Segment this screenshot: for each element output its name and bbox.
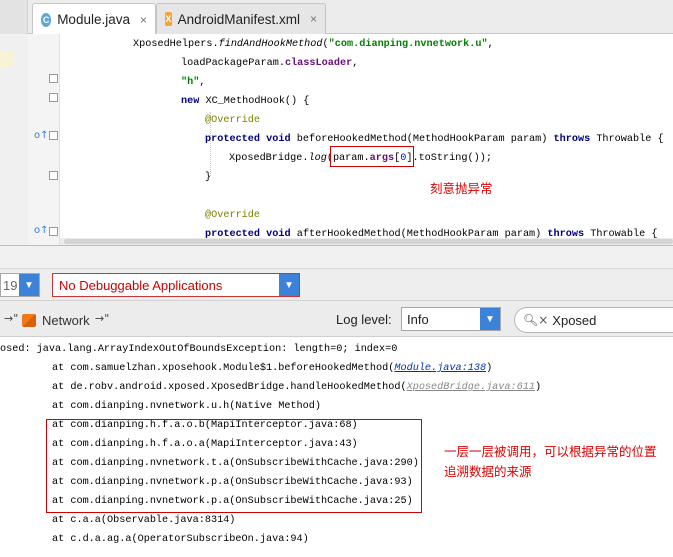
chevron-down-icon[interactable]: ▼ <box>480 308 500 330</box>
search-icon: 🔍︎× <box>523 313 549 327</box>
annotation-call-trace: 一层一层被调用，可以根据异常的位置追溯数据的来源 <box>444 444 657 479</box>
log-output[interactable]: osed: java.lang.ArrayIndexOutOfBoundsExc… <box>0 337 673 557</box>
code-line: XposedHelpers.findAndHookMethod("com.dia… <box>133 39 494 50</box>
tab-android-manifest[interactable]: X AndroidManifest.xml × <box>156 3 326 34</box>
tab-network[interactable]: Network <box>22 308 90 332</box>
close-icon[interactable]: × <box>140 13 147 27</box>
fold-toggle[interactable] <box>49 74 58 83</box>
code-line: } <box>205 172 212 183</box>
fold-toggle[interactable] <box>49 93 58 102</box>
code-line: @Override <box>205 210 261 221</box>
tab-network-label: Network <box>42 312 90 328</box>
override-method-icon[interactable]: o↑ <box>34 130 49 141</box>
device-toolbar: 19 ▼ No Debuggable Applications ▼ <box>0 269 673 301</box>
code-line: @Override <box>205 115 261 126</box>
log-line: at com.samuelzhan.xposehook.Module$1.bef… <box>52 363 493 374</box>
editor-horizontal-scrollbar[interactable] <box>60 238 673 245</box>
source-link[interactable]: XposedBridge.java:611 <box>407 382 535 393</box>
tab-module-java[interactable]: C Module.java × <box>32 3 156 35</box>
logcat-filter-bar: →" Network →" Log level: Info ▼ 🔍︎× Xpos… <box>0 301 673 337</box>
log-line: at c.a.a(Observable.java:8314) <box>52 515 236 526</box>
gutter-highlight <box>0 52 14 68</box>
editor-gutter <box>0 34 28 245</box>
log-line: at com.dianping.nvnetwork.u.h(Native Met… <box>52 401 321 412</box>
java-class-icon: C <box>41 12 52 27</box>
editor-tab-bar: C Module.java × X AndroidManifest.xml × <box>0 0 673 35</box>
app-select[interactable]: No Debuggable Applications ▼ <box>52 273 300 297</box>
log-level-select[interactable]: Info ▼ <box>401 307 501 331</box>
xml-file-icon: X <box>165 12 172 26</box>
code-line: new XC_MethodHook() { <box>181 96 310 107</box>
more-tabs-left-icon[interactable]: →" <box>4 312 18 325</box>
fold-toggle[interactable] <box>49 131 58 140</box>
source-link[interactable]: Module.java:138 <box>394 363 486 374</box>
log-line: at c.d.a.ag.a(OperatorSubscribeOn.java:9… <box>52 534 309 545</box>
log-level-value: Info <box>407 311 429 327</box>
code-line: protected void beforeHookedMethod(Method… <box>205 134 664 145</box>
annotation-throw-exception: 刻意抛异常 <box>430 181 493 196</box>
tab-label: Module.java <box>57 12 130 27</box>
tab-label: AndroidManifest.xml <box>177 11 300 27</box>
chevron-down-icon[interactable]: ▼ <box>19 274 39 296</box>
app-value: No Debuggable Applications <box>59 277 223 293</box>
search-value[interactable]: Xposed <box>552 313 596 328</box>
highlight-box-call-stack <box>46 419 422 513</box>
code-editor[interactable]: o↑ o↑ XposedHelpers.findAndHookMethod("c… <box>0 34 673 245</box>
panel-splitter[interactable] <box>0 245 673 269</box>
code-line: loadPackageParam.classLoader, <box>181 58 359 69</box>
scrollbar-thumb[interactable] <box>64 239 673 244</box>
device-value: 19 <box>3 277 18 293</box>
logcat-panel: 19 ▼ No Debuggable Applications ▼ →" Net… <box>0 245 673 557</box>
log-line: osed: java.lang.ArrayIndexOutOfBoundsExc… <box>0 344 398 355</box>
close-icon[interactable]: × <box>310 12 317 26</box>
log-search-input[interactable]: 🔍︎× Xposed <box>514 307 673 333</box>
fold-toggle[interactable] <box>49 227 58 236</box>
log-line: at de.robv.android.xposed.XposedBridge.h… <box>52 382 542 393</box>
device-select[interactable]: 19 ▼ <box>0 273 40 297</box>
fold-toggle[interactable] <box>49 171 58 180</box>
override-method-icon[interactable]: o↑ <box>34 225 49 236</box>
code-line: "h", <box>181 77 206 88</box>
chevron-down-icon[interactable]: ▼ <box>279 274 299 296</box>
network-icon <box>22 313 36 327</box>
project-side-strip <box>0 0 28 34</box>
highlight-box-args <box>330 146 414 167</box>
log-level-label: Log level: <box>336 312 392 327</box>
more-tabs-right-icon[interactable]: →" <box>95 312 109 325</box>
